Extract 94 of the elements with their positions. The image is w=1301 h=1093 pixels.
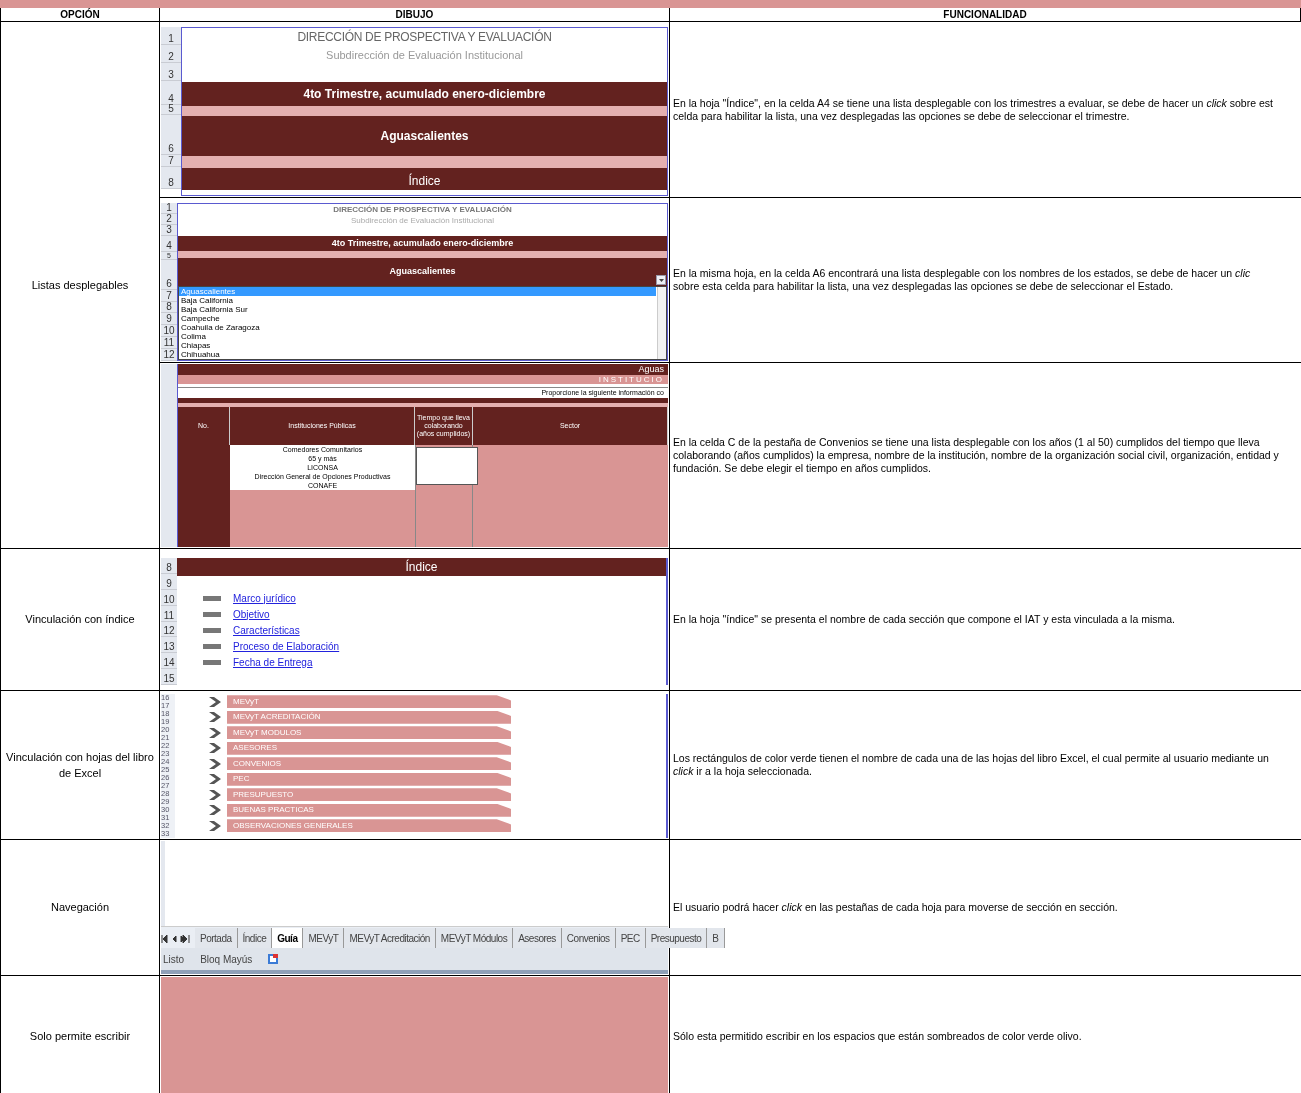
dash-icon (203, 643, 221, 649)
column-header: DIBUJO (160, 8, 670, 21)
sheet-tab[interactable]: MEVyT Módulos (435, 928, 514, 948)
dropdown-option[interactable]: Baja California Sur (179, 305, 656, 314)
sheet-subtitle-bar: INSTITUCIO (178, 375, 668, 384)
section-link[interactable]: Características (233, 622, 300, 638)
status-text: Bloq Mayús (200, 952, 253, 967)
row-header: 4 (161, 81, 181, 105)
dropdown-arrow-button[interactable] (656, 275, 666, 285)
row-header: 15 (161, 669, 177, 685)
state-cell: Aguascalientes (182, 116, 667, 156)
dropdown-option[interactable]: Chihuahua (179, 350, 656, 359)
section-link[interactable]: Proceso de Elaboración (233, 638, 340, 654)
row-header: 6 (161, 115, 181, 155)
dropdown-option[interactable]: Chiapas (179, 341, 656, 350)
row-header: 1 (161, 27, 181, 45)
sheet-tab[interactable]: PEC (615, 928, 646, 948)
row-header: 7 (161, 155, 181, 167)
sheet-tab[interactable]: Convenios (561, 928, 616, 948)
dropdown-option[interactable]: Campeche (179, 314, 656, 323)
status-text: Listo (163, 952, 185, 967)
chevron-icon (209, 696, 221, 707)
dash-icon (203, 595, 221, 601)
row-header: 1 (161, 203, 177, 214)
sheet-tab[interactable]: Asesores (513, 928, 562, 948)
chevron-icon (209, 712, 221, 723)
description-text: En la hoja "índice" se presenta el nombre de cada sección que compone el IAT y esta vinculada a la misma. (673, 613, 1176, 626)
section-link[interactable]: Fecha de Entrega (233, 654, 313, 670)
column-header: OPCIÓN (0, 8, 160, 21)
sheet-tab[interactable]: Guía (272, 928, 304, 948)
dropdown-option[interactable]: Colima (179, 332, 656, 341)
row-header: 14 (161, 653, 177, 670)
sheet-subtitle: Subdirección de Evaluación Institucional (326, 47, 523, 63)
chevron-icon (209, 805, 221, 816)
row-header: 4 (161, 236, 177, 252)
sheet-name-bar: Índice (182, 168, 667, 190)
chevron-icon (209, 774, 221, 785)
dash-icon (203, 611, 221, 617)
years-dropdown[interactable] (416, 447, 478, 485)
row-header: 5 (161, 105, 181, 115)
chevron-icon (209, 727, 221, 738)
sheet-title: DIRECCIÓN DE PROSPECTIVA Y EVALUACIÓN (333, 203, 512, 216)
option-cell: Navegación (0, 840, 160, 975)
chevron-icon (209, 820, 221, 831)
column-header: FUNCIONALIDAD (670, 8, 1301, 21)
caret-icon (658, 278, 664, 282)
description-text: En la misma hoja, en la celda A6 encontrará una lista desplegable con los nombres de los estados, se debe de hacer un clic sobre esta celda para habilitar la lista, una vez desplegadas las opciones se debe de seleccionar el Estado. (673, 267, 1251, 293)
row-header: 11 (161, 337, 177, 350)
row-header: 10 (161, 325, 177, 338)
row-header: 2 (161, 45, 181, 63)
description-text: El usuario podrá hacer click en las pestañas de cada hoja para moverse de sección en sección. (673, 901, 1118, 914)
sheet-subtitle: Subdirección de Evaluación Institucional (350, 214, 495, 227)
section-link[interactable]: Marco jurídico (233, 590, 296, 606)
description-text: Sólo esta permitido escribir en los espacios que están sombreados de color verde olivo. (673, 1030, 1082, 1043)
dropdown-option[interactable]: Baja California (179, 296, 656, 305)
period-cell: 4to Trimestre, acumulado enero-diciembre (178, 236, 667, 251)
sheet-tab[interactable]: B (707, 928, 725, 948)
option-cell: Vinculación con hojas del libro de Excel (0, 691, 160, 839)
row-header: 12 (161, 349, 177, 362)
period-cell[interactable]: 4to Trimestre, acumulado enero-diciembre (182, 82, 667, 106)
chevron-icon (209, 743, 221, 754)
row-header: 9 (161, 313, 177, 326)
sheet-heading: Índice (405, 558, 438, 576)
sheet-title: DIRECCIÓN DE PROSPECTIVA Y EVALUACIÓN (297, 28, 552, 46)
sheet-title-bar: Aguas (178, 364, 668, 375)
section-link[interactable]: Objetivo (233, 606, 270, 622)
sheet-tab[interactable]: Portada (195, 928, 238, 948)
row-header: 2 (161, 214, 177, 225)
sheet-navigation-icon[interactable] (161, 935, 191, 943)
macro-record-icon[interactable] (268, 954, 279, 964)
option-cell: Listas desplegables (0, 22, 160, 548)
option-cell: Solo permite escribir (0, 976, 160, 1093)
row-header: 3 (161, 63, 181, 81)
chevron-icon (209, 758, 221, 769)
dropdown-option[interactable]: Coahuila de Zaragoza (179, 323, 656, 332)
dash-icon (203, 659, 221, 665)
sheet-tab[interactable]: MEVyT (303, 928, 345, 948)
state-cell[interactable]: Aguascalientes (389, 265, 456, 279)
row-header: 8 (161, 558, 177, 574)
sheet-tab[interactable]: Índice (237, 928, 273, 948)
description-text: Los rectángulos de color verde tienen el nombre de cada una de las hojas del libro Excel, el cual permite al usuario mediante un click ir a la hoja seleccionada. (673, 752, 1269, 778)
sheet-tab[interactable]: Presupuesto (645, 928, 708, 948)
option-cell: Vinculación con índice (0, 549, 160, 690)
description-text: En la hoja "Índice", en la celda A4 se tiene una lista desplegable con los trimestres a evaluar, se debe de hacer un click sobre est celda para habilitar la lista, una vez desplegadas las opciones se debe de seleccionar el trimestre. (673, 96, 1273, 123)
row-header: 6 (161, 259, 177, 290)
dash-icon (203, 627, 221, 633)
dropdown-list[interactable]: Aguascalientes Baja California Baja California Sur Campeche Coahuila de Zaragoza Colima Chiapas Chihuahua (178, 286, 667, 360)
row-header: 13 (161, 637, 177, 654)
description-text: En la celda C de la pestaña de Convenios se tiene una lista desplegable con los años (1 al 50) cumplidos del tiempo que lleva colaborando (años cumplidos) la empresa, nombre de la institución, nombre de la organización social civil, organización, entidad y fundación. Se debe elegir el tiempo en años cumplidos. (673, 436, 1280, 475)
scrollbar[interactable] (657, 287, 666, 359)
chevron-icon (209, 789, 221, 800)
row-header: 3 (161, 225, 177, 236)
row-header: 8 (161, 167, 181, 189)
sheet-tab[interactable]: MEVyT Acreditación (344, 928, 436, 948)
